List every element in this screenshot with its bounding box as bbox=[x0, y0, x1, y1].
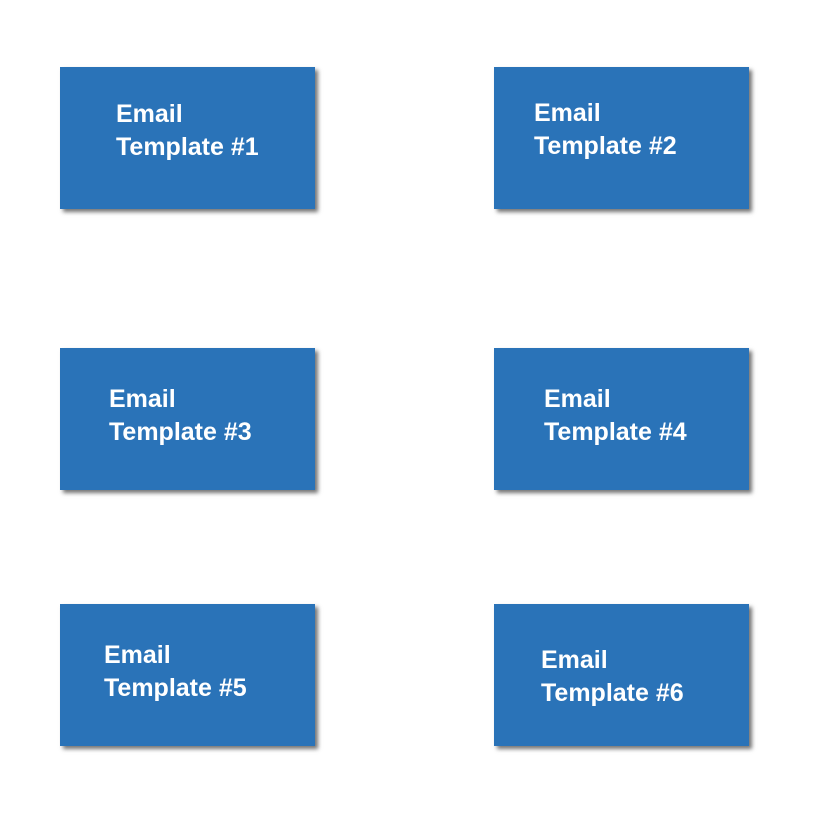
tile-label-line1: Email bbox=[109, 385, 176, 413]
tile-label: Email Template #1 bbox=[116, 98, 259, 164]
tile-label-line1: Email bbox=[116, 100, 183, 128]
tile-label: Email Template #2 bbox=[534, 97, 677, 163]
email-template-5-tile[interactable]: Email Template #5 bbox=[60, 604, 315, 746]
email-template-6-tile[interactable]: Email Template #6 bbox=[494, 604, 749, 746]
tile-label: Email Template #6 bbox=[541, 644, 684, 710]
email-template-1-tile[interactable]: Email Template #1 bbox=[60, 67, 315, 209]
tile-label-line2: Template #3 bbox=[109, 418, 252, 446]
tile-label-line2: Template #4 bbox=[544, 418, 687, 446]
tile-label-line1: Email bbox=[534, 99, 601, 127]
tile-label: Email Template #5 bbox=[104, 639, 247, 705]
tile-label-line2: Template #2 bbox=[534, 132, 677, 160]
email-template-4-tile[interactable]: Email Template #4 bbox=[494, 348, 749, 490]
tile-label: Email Template #3 bbox=[109, 383, 252, 449]
tile-label-line2: Template #1 bbox=[116, 133, 259, 161]
tile-label-line2: Template #6 bbox=[541, 679, 684, 707]
tile-label-line1: Email bbox=[541, 646, 608, 674]
email-template-3-tile[interactable]: Email Template #3 bbox=[60, 348, 315, 490]
email-template-2-tile[interactable]: Email Template #2 bbox=[494, 67, 749, 209]
tile-label: Email Template #4 bbox=[544, 383, 687, 449]
tile-label-line2: Template #5 bbox=[104, 674, 247, 702]
tile-label-line1: Email bbox=[104, 641, 171, 669]
tile-label-line1: Email bbox=[544, 385, 611, 413]
